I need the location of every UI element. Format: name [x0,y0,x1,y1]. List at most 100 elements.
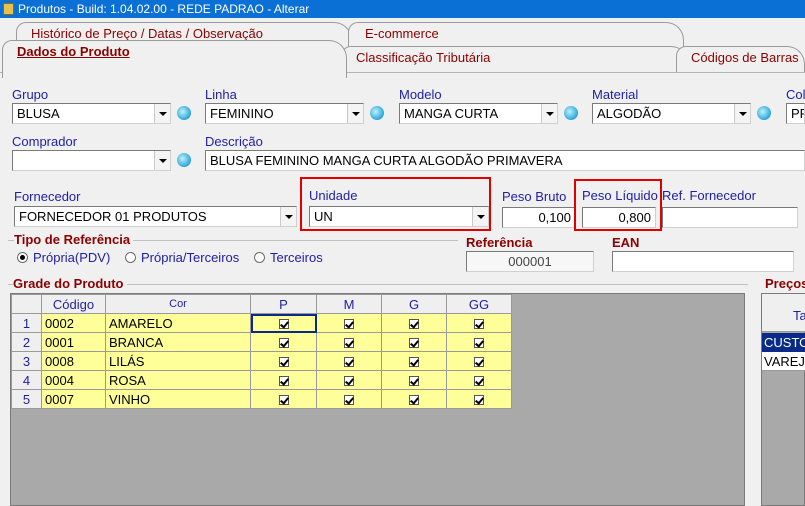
referencia-input[interactable]: 000001 [466,251,594,272]
codigo-cell[interactable]: 0002 [41,313,106,333]
size-m-cell[interactable] [316,332,382,352]
globe-icon[interactable] [757,106,771,120]
size-g-cell[interactable] [381,351,447,371]
linha-select[interactable]: FEMININO [205,103,364,124]
table-row[interactable]: 3 0008 LILÁS [11,351,512,371]
globe-icon[interactable] [177,106,191,120]
size-p-cell[interactable] [250,313,317,333]
checkbox-checked[interactable] [409,376,419,387]
checkbox-checked[interactable] [474,357,484,368]
table-row[interactable]: 1 0002 AMARELO [11,313,512,333]
tab-classificacao[interactable]: Classificação Tributária [341,46,689,72]
checkbox-checked[interactable] [278,376,289,387]
globe-icon[interactable] [370,106,384,120]
checkbox-checked[interactable] [344,338,354,349]
descricao-input[interactable]: BLUSA FEMININO MANGA CURTA ALGODÃO PRIMA… [205,150,805,171]
table-row[interactable]: 2 0001 BRANCA [11,332,512,352]
peso-liquido-input[interactable]: 0,800 [582,207,656,228]
size-m-cell[interactable] [316,389,382,409]
precos-col-header[interactable]: Ta [793,308,805,323]
checkbox-checked[interactable] [344,357,354,368]
checkbox-checked[interactable] [344,376,354,387]
radio-propria-pdv[interactable] [17,252,28,263]
size-m-cell[interactable] [316,370,382,390]
chevron-down-icon[interactable] [154,151,170,170]
tab-dados-produto[interactable]: Dados do Produto [2,40,347,78]
col-g[interactable]: G [381,294,447,314]
checkbox-checked[interactable] [278,338,289,349]
colecao-select[interactable]: PR [786,103,805,124]
size-p-cell[interactable] [250,389,317,409]
size-gg-cell[interactable] [446,351,512,371]
size-g-cell[interactable] [381,313,447,333]
size-p-cell[interactable] [250,351,317,371]
size-gg-cell[interactable] [446,370,512,390]
checkbox-checked[interactable] [344,319,354,330]
list-item[interactable]: CUSTO [762,333,805,352]
codigo-cell[interactable]: 0008 [41,351,106,371]
size-m-cell[interactable] [316,313,382,333]
radio-propria-terceiros[interactable] [125,252,136,263]
codigo-cell[interactable]: 0004 [41,370,106,390]
size-gg-cell[interactable] [446,389,512,409]
ean-input[interactable] [612,251,794,272]
comprador-select[interactable] [12,150,171,171]
col-gg[interactable]: GG [446,294,512,314]
size-p-cell[interactable] [250,332,317,352]
chevron-down-icon[interactable] [734,104,750,123]
unidade-select[interactable]: UN [309,206,489,227]
cor-cell[interactable]: AMARELO [105,313,251,333]
checkbox-checked[interactable] [344,395,354,406]
material-select[interactable]: ALGODÃO [592,103,751,124]
checkbox-checked[interactable] [409,357,419,368]
codigo-cell[interactable]: 0001 [41,332,106,352]
modelo-select[interactable]: MANGA CURTA [399,103,558,124]
cor-cell[interactable]: ROSA [105,370,251,390]
tab-codigos-barras[interactable]: Códigos de Barras [676,46,805,72]
chevron-down-icon[interactable] [280,207,296,226]
radio-propria-terceiros-label[interactable]: Própria/Terceiros [141,250,239,265]
size-g-cell[interactable] [381,332,447,352]
ref-fornecedor-input[interactable] [662,207,798,228]
chevron-down-icon[interactable] [541,104,557,123]
checkbox-checked[interactable] [278,357,289,368]
fornecedor-select[interactable]: FORNECEDOR 01 PRODUTOS [14,206,297,227]
cor-cell[interactable]: BRANCA [105,332,251,352]
globe-icon[interactable] [177,153,191,167]
col-m[interactable]: M [316,294,382,314]
checkbox-checked[interactable] [409,395,419,406]
checkbox-checked[interactable] [474,376,484,387]
checkbox-checked[interactable] [409,319,419,330]
checkbox-checked[interactable] [474,338,484,349]
size-gg-cell[interactable] [446,313,512,333]
codigo-cell[interactable]: 0007 [41,389,106,409]
peso-bruto-input[interactable]: 0,100 [502,207,576,228]
radio-propria-pdv-label[interactable]: Própria(PDV) [33,250,110,265]
radio-terceiros[interactable] [254,252,265,263]
col-p[interactable]: P [250,294,317,314]
chevron-down-icon[interactable] [472,207,488,226]
checkbox-checked[interactable] [474,319,484,330]
cor-cell[interactable]: VINHO [105,389,251,409]
list-item[interactable]: VAREJ [762,352,805,371]
checkbox-checked[interactable] [409,338,419,349]
col-codigo[interactable]: Código [41,294,106,314]
table-row[interactable]: 4 0004 ROSA [11,370,512,390]
chevron-down-icon[interactable] [347,104,363,123]
size-g-cell[interactable] [381,389,447,409]
checkbox-checked[interactable] [474,395,484,406]
table-row[interactable]: 5 0007 VINHO [11,389,512,409]
grupo-select[interactable]: BLUSA [12,103,171,124]
col-cor[interactable]: Cor [105,294,251,314]
chevron-down-icon[interactable] [154,104,170,123]
checkbox-checked[interactable] [278,395,289,406]
checkbox-checked[interactable] [278,319,289,330]
size-m-cell[interactable] [316,351,382,371]
size-gg-cell[interactable] [446,332,512,352]
size-g-cell[interactable] [381,370,447,390]
size-p-cell[interactable] [250,370,317,390]
cor-cell[interactable]: LILÁS [105,351,251,371]
tab-ecommerce[interactable]: E-commerce [348,22,684,48]
globe-icon[interactable] [564,106,578,120]
radio-terceiros-label[interactable]: Terceiros [270,250,323,265]
